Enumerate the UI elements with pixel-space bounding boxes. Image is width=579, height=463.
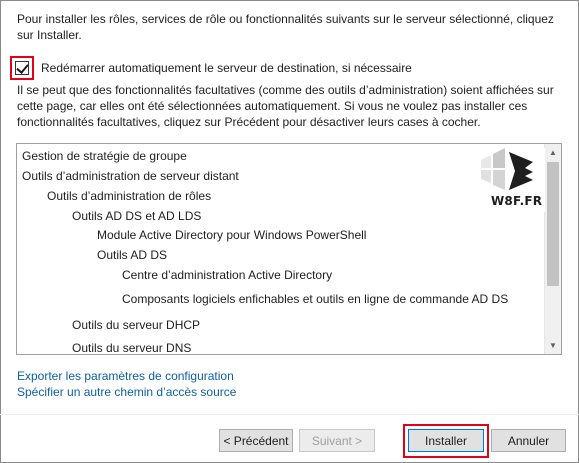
restart-checkbox-label[interactable]: Redémarrer automatiquement le serveur de… bbox=[41, 61, 412, 75]
cancel-button[interactable]: Annuler bbox=[491, 429, 566, 452]
watermark-text: W8F.FR bbox=[491, 194, 543, 208]
restart-option[interactable]: Redémarrer automatiquement le serveur de… bbox=[10, 56, 412, 80]
export-config-link[interactable]: Exporter les paramètres de configuration bbox=[17, 368, 234, 384]
checkbox-highlight bbox=[10, 56, 34, 80]
list-item: Outils d’administration de rôles bbox=[47, 189, 212, 203]
optional-features-note: Il se peut que des fonctionnalités facul… bbox=[17, 83, 554, 129]
flag-icon bbox=[481, 148, 533, 190]
intro-text: Pour installer les rôles, services de rô… bbox=[17, 12, 554, 42]
list-item: Centre d’administration Active Directory bbox=[122, 268, 333, 282]
list-item: Outils AD DS bbox=[97, 248, 168, 262]
list-item: Outils du serveur DHCP bbox=[72, 318, 201, 332]
list-item: Outils du serveur DNS bbox=[72, 341, 192, 355]
list-item: Gestion de stratégie de groupe bbox=[22, 149, 187, 163]
list-scrollbar[interactable]: ▲ ▼ bbox=[544, 144, 561, 354]
alternate-source-link[interactable]: Spécifier un autre chemin d’accès source bbox=[17, 384, 236, 400]
install-button[interactable]: Installer bbox=[408, 429, 484, 452]
list-item: Composants logiciels enfichables et outi… bbox=[122, 292, 509, 306]
restart-checkbox[interactable] bbox=[15, 61, 29, 75]
next-button[interactable]: Suivant > bbox=[299, 429, 375, 452]
footer-divider bbox=[0, 414, 579, 415]
list-item: Outils d’administration de serveur dista… bbox=[22, 169, 239, 183]
list-item: Module Active Directory pour Windows Pow… bbox=[97, 228, 367, 242]
scroll-thumb[interactable] bbox=[547, 162, 559, 286]
list-item: Outils AD DS et AD LDS bbox=[72, 209, 202, 223]
previous-button[interactable]: < Précédent bbox=[219, 429, 293, 452]
scroll-up-icon[interactable]: ▲ bbox=[545, 144, 561, 161]
watermark-logo: W8F.FR bbox=[467, 148, 545, 212]
scroll-down-icon[interactable]: ▼ bbox=[545, 337, 561, 354]
